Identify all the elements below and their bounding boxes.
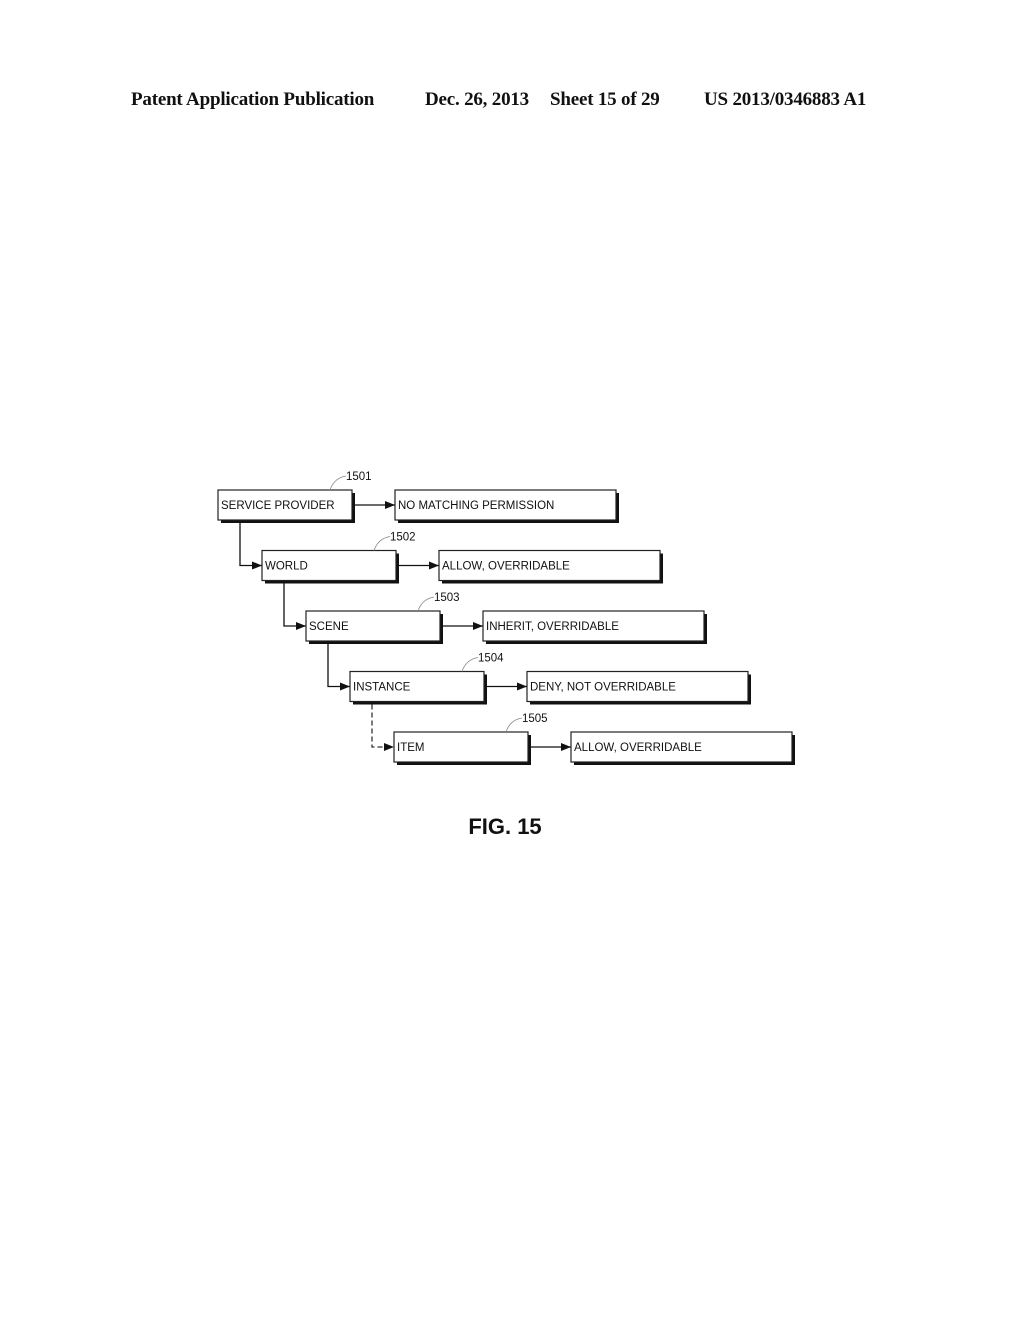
permission-box-4-label: DENY, NOT OVERRIDABLE bbox=[530, 682, 676, 694]
hierarchy-connector-1-to-2 bbox=[239, 523, 262, 570]
reference-leader-1501 bbox=[329, 475, 347, 491]
node-box-world: WORLD bbox=[261, 549, 399, 584]
permission-box-3-label: INHERIT, OVERRIDABLE bbox=[486, 621, 619, 633]
reference-leader-1502 bbox=[373, 536, 391, 551]
permission-box-3: INHERIT, OVERRIDABLE bbox=[482, 610, 707, 644]
permission-box-2-label: ALLOW, OVERRIDABLE bbox=[442, 561, 570, 573]
permission-box-5-label: ALLOW, OVERRIDABLE bbox=[574, 742, 702, 754]
reference-number-1504: 1504 bbox=[478, 653, 504, 665]
node-box-item-label: ITEM bbox=[397, 742, 424, 754]
reference-number-1505: 1505 bbox=[522, 713, 548, 725]
node-box-service-provider: SERVICE PROVIDER bbox=[217, 489, 355, 523]
reference-leader-1505 bbox=[505, 717, 523, 733]
reference-number-1503: 1503 bbox=[434, 592, 460, 604]
permission-box-1-label: NO MATCHING PERMISSION bbox=[398, 500, 554, 512]
hierarchy-connector-3-to-4 bbox=[327, 644, 350, 691]
node-box-item: ITEM bbox=[393, 731, 531, 765]
figure-label: FIG. 15 bbox=[468, 814, 542, 839]
node-box-scene-label: SCENE bbox=[309, 621, 349, 633]
permission-box-1: NO MATCHING PERMISSION bbox=[394, 489, 619, 523]
reference-number-1502: 1502 bbox=[390, 532, 416, 544]
node-box-instance-label: INSTANCE bbox=[353, 682, 411, 694]
node-box-instance: INSTANCE bbox=[349, 670, 487, 705]
reference-leader-1504 bbox=[461, 657, 479, 672]
node-box-service-provider-label: SERVICE PROVIDER bbox=[221, 500, 335, 512]
permission-box-2: ALLOW, OVERRIDABLE bbox=[438, 549, 663, 584]
hierarchy-connector-2-to-3 bbox=[283, 583, 306, 630]
hierarchy-connector-4-to-5 bbox=[371, 704, 394, 751]
node-box-world-label: WORLD bbox=[265, 561, 308, 573]
reference-leader-1503 bbox=[417, 596, 435, 612]
reference-number-1501: 1501 bbox=[346, 471, 372, 483]
permission-box-5: ALLOW, OVERRIDABLE bbox=[570, 731, 795, 765]
node-box-scene: SCENE bbox=[305, 610, 443, 644]
permission-box-4: DENY, NOT OVERRIDABLE bbox=[526, 670, 751, 705]
permission-hierarchy-diagram: SERVICE PROVIDER NO MATCHING PERMISSION 15… bbox=[217, 471, 795, 765]
